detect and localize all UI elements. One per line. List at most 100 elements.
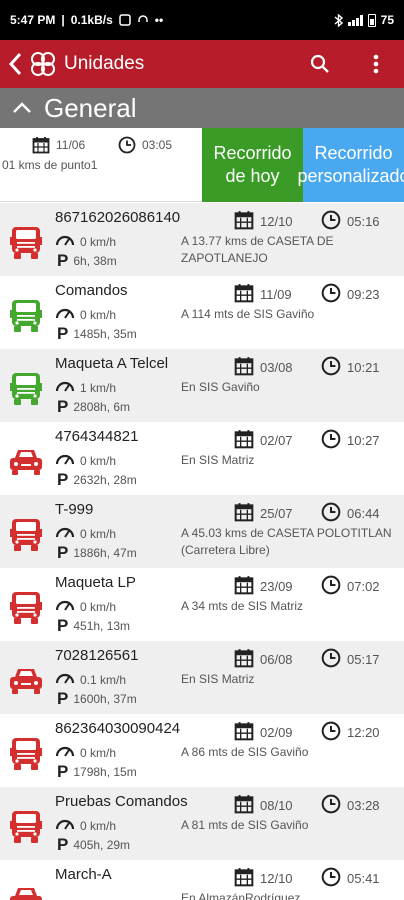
unit-date: 03/08 (260, 360, 293, 375)
overflow-menu-button[interactable] (348, 40, 404, 88)
unit-parked-time: 1600h, 37m (73, 692, 137, 706)
unit-date: 12/10 (260, 871, 293, 886)
speedometer-icon (55, 452, 75, 469)
car-icon (8, 663, 44, 699)
unit-speed: 0 km/h (80, 745, 117, 760)
unit-row[interactable]: T-999 0 km/h P 1886h, 47m 25/07 06:44 A 4… (0, 495, 404, 568)
unit-parked-time: 1798h, 15m (73, 765, 137, 779)
route-custom-button[interactable]: Recorrido personalizado (297, 128, 404, 202)
parking-icon: P (57, 616, 69, 635)
clock-icon (321, 356, 341, 379)
speedometer-icon (55, 671, 75, 688)
unit-date: 25/07 (260, 506, 293, 521)
unit-parked-time: 451h, 13m (73, 619, 131, 633)
chevron-up-icon (13, 102, 31, 113)
route-summary: 11/06 03:05 01 kms de punto1 Recorrido d… (0, 128, 404, 202)
unit-speed: 0.1 km/h (80, 672, 127, 687)
unit-date: 02/09 (260, 725, 293, 740)
car-icon (8, 444, 44, 480)
unit-time: 12:20 (347, 725, 380, 740)
unit-row[interactable]: Maqueta LP 0 km/h P 451h, 13m 23/09 07:02… (0, 568, 404, 641)
page-title: Unidades (64, 53, 145, 74)
status-divider: | (61, 13, 65, 27)
parking-icon: P (57, 543, 69, 562)
calendar-icon (234, 867, 254, 890)
truck-icon (8, 517, 44, 553)
clock-icon (321, 648, 341, 671)
back-button[interactable] (0, 40, 30, 88)
unit-date: 23/09 (260, 579, 293, 594)
unit-location: En SIS Matriz (181, 453, 255, 467)
unit-date: 02/07 (260, 433, 293, 448)
unit-parked-time: 2808h, 6m (73, 400, 131, 414)
unit-name: March-A (55, 866, 112, 883)
unit-location: A 45.03 kms de CASETA POLOTITLAN (Carret… (181, 526, 392, 557)
unit-row[interactable]: Comandos 0 km/h P 1485h, 35m 11/09 09:23 … (0, 276, 404, 349)
clock-icon (321, 429, 341, 452)
speedometer-icon (55, 379, 75, 396)
signal-icon (347, 14, 363, 26)
unit-row[interactable]: March-A P 12/10 05:41 En AlmazánRodrígue… (0, 860, 404, 900)
clock-icon (321, 502, 341, 525)
parking-icon: P (57, 689, 69, 708)
unit-name: 7028126561 (55, 647, 139, 664)
unit-row[interactable]: Maqueta A Telcel 1 km/h P 2808h, 6m 03/08… (0, 349, 404, 422)
app-bar: Unidades (0, 40, 404, 88)
clock-icon (321, 794, 341, 817)
calendar-icon (234, 356, 254, 379)
unit-parked-time: 1485h, 35m (73, 327, 137, 341)
unit-time: 06:44 (347, 506, 380, 521)
unit-row[interactable]: 867162026086140 0 km/h P 6h, 38m 12/10 05… (0, 203, 404, 276)
unit-date: 06/08 (260, 652, 293, 667)
unit-time: 09:23 (347, 287, 380, 302)
parking-icon: P (57, 470, 69, 489)
unit-name: Maqueta A Telcel (55, 355, 169, 372)
unit-list: 867162026086140 0 km/h P 6h, 38m 12/10 05… (0, 203, 404, 900)
unit-parked-time: 405h, 29m (73, 838, 131, 852)
search-button[interactable] (292, 40, 348, 88)
unit-date: 11/09 (260, 287, 292, 302)
parking-icon: P (57, 835, 69, 854)
unit-row[interactable]: 862364030090424 0 km/h P 1798h, 15m 02/09… (0, 714, 404, 787)
unit-speed: 0 km/h (80, 234, 117, 249)
truck-icon (8, 809, 44, 845)
unit-row[interactable]: 7028126561 0.1 km/h P 1600h, 37m 06/08 05… (0, 641, 404, 714)
status-bar: 5:47 PM | 0.1kB/s •• 75 (0, 0, 404, 40)
app-logo-icon (31, 52, 55, 76)
unit-name: 862364030090424 (55, 720, 181, 737)
unit-row[interactable]: Pruebas Comandos 0 km/h P 405h, 29m 08/10… (0, 787, 404, 860)
calendar-icon (234, 210, 254, 233)
unit-name: Pruebas Comandos (55, 793, 188, 810)
status-network-speed: 0.1kB/s (70, 13, 113, 27)
group-header-general[interactable]: General (0, 88, 404, 128)
unit-location: A 81 mts de SIS Gaviño (181, 818, 309, 832)
truck-icon (8, 225, 44, 261)
unit-speed: 0 km/h (80, 526, 117, 541)
route-today-button[interactable]: Recorrido de hoy (202, 128, 303, 202)
summary-info: 11/06 03:05 01 kms de punto1 (0, 128, 202, 201)
speedometer-icon (55, 744, 75, 761)
search-icon (310, 54, 329, 73)
unit-row[interactable]: 4764344821 0 km/h P 2632h, 28m 02/07 10:2… (0, 422, 404, 495)
headset-icon (138, 15, 148, 22)
speedometer-icon (55, 525, 75, 542)
unit-name: Maqueta LP (55, 574, 136, 591)
clock-icon (118, 136, 136, 154)
calendar-icon (234, 721, 254, 744)
unit-location: En AlmazánRodríguez (181, 891, 301, 900)
truck-icon (8, 298, 44, 334)
clock-icon (321, 867, 341, 890)
unit-date: 08/10 (260, 798, 293, 813)
unit-speed: 0 km/h (80, 818, 117, 833)
clock-icon (321, 721, 341, 744)
unit-date: 12/10 (260, 214, 293, 229)
clock-icon (321, 210, 341, 233)
unit-name: 4764344821 (55, 428, 139, 445)
back-chevron-icon (8, 52, 22, 76)
unit-parked-time: 6h, 38m (73, 254, 117, 268)
notification-icon (119, 14, 131, 26)
parking-icon: P (57, 251, 69, 270)
clock-icon (321, 575, 341, 598)
unit-time: 03:28 (347, 798, 380, 813)
parking-icon: P (57, 324, 69, 343)
